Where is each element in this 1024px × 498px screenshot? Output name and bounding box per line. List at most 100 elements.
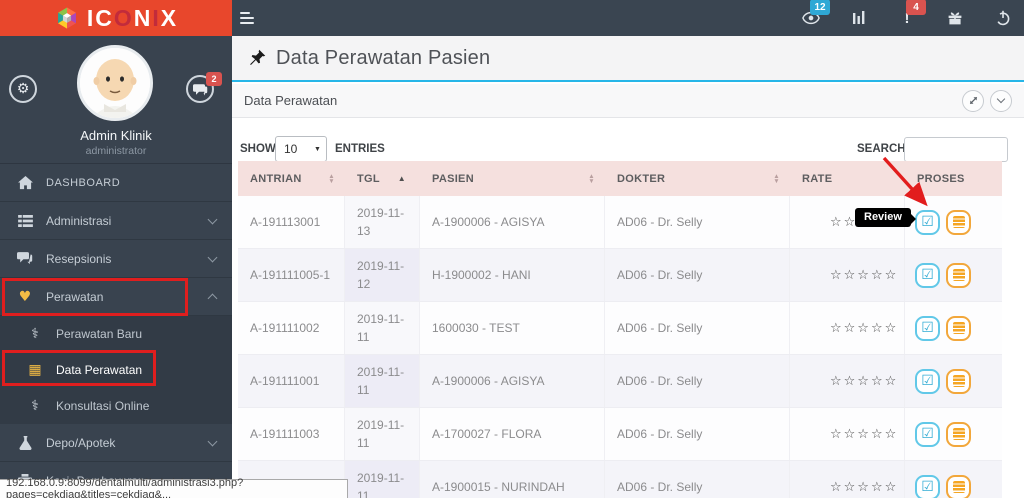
main-content: Data Perawatan Pasien Data Perawatan SHO… xyxy=(232,36,1024,498)
cell-pasien: A-1900006 - AGISYA xyxy=(420,355,605,407)
alerts-badge: 4 xyxy=(906,0,926,15)
detail-button[interactable] xyxy=(946,421,971,447)
review-tooltip: Review xyxy=(855,208,916,227)
search-input[interactable] xyxy=(904,137,1008,162)
detail-button[interactable] xyxy=(946,209,971,235)
app-window: ICONIX 12 ! 4 ⚙ 2 Admin Klinik administr… xyxy=(0,0,1024,498)
column-header-antrian[interactable]: ANTRIAN ▲ ▼ xyxy=(238,161,345,196)
list-icon xyxy=(16,214,34,227)
sidebar-item-dashboard[interactable]: DASHBOARD xyxy=(0,164,232,202)
review-button[interactable]: ☑ xyxy=(915,474,940,498)
detail-button[interactable] xyxy=(946,474,971,498)
messages-eye-icon[interactable]: 12 xyxy=(800,0,830,29)
rating-stars[interactable]: ☆☆☆☆☆ xyxy=(790,249,905,301)
list-alt-icon xyxy=(952,428,965,440)
cell-antrian: A-191111003 xyxy=(238,408,345,460)
cell-dokter: AD06 - Dr. Selly xyxy=(605,461,790,498)
messages-badge: 12 xyxy=(810,0,830,15)
column-header-rate[interactable]: RATE xyxy=(790,161,905,196)
profile-section: ⚙ 2 Admin Klinik administrator xyxy=(0,36,232,164)
sidebar-item-perawatan[interactable]: ♥ Perawatan xyxy=(0,278,232,316)
sidebar-item-administrasi[interactable]: Administrasi xyxy=(0,202,232,240)
rating-stars[interactable]: ☆☆☆☆☆ xyxy=(790,355,905,407)
sidebar-item-data-perawatan[interactable]: ▦ Data Perawatan xyxy=(0,352,232,388)
table-icon: ▦ xyxy=(28,362,42,378)
cell-antrian: A-191111001 xyxy=(238,355,345,407)
expand-panel-button[interactable] xyxy=(962,89,984,112)
rating-stars[interactable]: ☆☆☆☆☆ xyxy=(790,408,905,460)
chevron-up-icon xyxy=(207,293,218,304)
cell-dokter: AD06 - Dr. Selly xyxy=(605,249,790,301)
review-button[interactable]: ☑ xyxy=(915,315,940,341)
cell-actions: ☑ xyxy=(905,461,1002,498)
brand-name: ICONIX xyxy=(86,4,179,31)
cell-actions: ☑ xyxy=(905,302,1002,354)
list-alt-icon xyxy=(952,481,965,493)
review-button[interactable]: ☑ xyxy=(915,262,940,288)
collapse-panel-button[interactable] xyxy=(990,89,1012,112)
status-bar-url: 192.168.0.9:8099/dentalmulti/administras… xyxy=(0,477,348,498)
page-size-select[interactable]: 10 xyxy=(275,136,327,162)
table-row: A-191111005-1 2019-11-12 H-1900002 - HAN… xyxy=(238,249,1002,302)
brand-logo[interactable]: ICONIX xyxy=(0,0,232,36)
column-header-tgl[interactable]: TGL ▲ xyxy=(345,161,420,196)
list-alt-icon xyxy=(952,216,965,228)
page-header: Data Perawatan Pasien xyxy=(232,36,1024,82)
sidebar-item-resepsionis[interactable]: Resepsionis xyxy=(0,240,232,278)
table-row: A-191111004 2019-11-11 A-1900015 - NURIN… xyxy=(238,461,1002,498)
chevron-down-icon xyxy=(996,94,1006,104)
list-alt-icon xyxy=(952,269,965,281)
settings-gear-icon[interactable]: ⚙ xyxy=(9,75,37,103)
sidebar-menu: DASHBOARD Administrasi Resepsionis ♥ Per… xyxy=(0,164,232,498)
cell-pasien: A-1900015 - NURINDAH xyxy=(420,461,605,498)
detail-button[interactable] xyxy=(946,262,971,288)
review-button[interactable]: ☑ xyxy=(915,368,940,394)
cell-actions: ☑ xyxy=(905,249,1002,301)
stats-bars-icon[interactable] xyxy=(848,7,870,29)
cell-antrian: A-191113001 xyxy=(238,196,345,248)
gift-icon[interactable] xyxy=(944,7,966,29)
chevron-down-icon xyxy=(207,436,218,447)
column-header-pasien[interactable]: PASIEN ▲ ▼ xyxy=(420,161,605,196)
table-row: A-191111001 2019-11-11 A-1900006 - AGISY… xyxy=(238,355,1002,408)
cell-pasien: A-1900006 - AGISYA xyxy=(420,196,605,248)
chevron-down-icon xyxy=(207,214,218,225)
column-header-dokter[interactable]: DOKTER ▲ ▼ xyxy=(605,161,790,196)
topbar-icons: 12 ! 4 xyxy=(800,0,1014,36)
cell-pasien: 1600030 - TEST xyxy=(420,302,605,354)
sort-asc-icon: ▲ xyxy=(397,174,406,183)
brand-hexagon-icon xyxy=(57,7,76,29)
review-button[interactable]: ☑ xyxy=(915,421,940,447)
sort-icon: ▲ ▼ xyxy=(328,172,335,185)
power-icon[interactable] xyxy=(992,7,1014,29)
avatar[interactable] xyxy=(77,45,153,121)
comments-icon xyxy=(16,252,34,265)
list-alt-icon xyxy=(952,375,965,387)
cell-tgl: 2019-11-12 xyxy=(345,249,420,301)
cell-tgl: 2019-11-11 xyxy=(345,355,420,407)
cell-dokter: AD06 - Dr. Selly xyxy=(605,302,790,354)
flask-icon xyxy=(16,435,34,450)
sidebar-item-depo-apotek[interactable]: Depo/Apotek xyxy=(0,424,232,462)
sidebar-toggle-icon[interactable] xyxy=(240,12,254,24)
cell-actions: ☑ xyxy=(905,355,1002,407)
rating-stars[interactable]: ☆☆☆☆☆ xyxy=(790,302,905,354)
profile-role: administrator xyxy=(85,145,147,157)
sidebar-item-perawatan-baru[interactable]: ⚕ Perawatan Baru xyxy=(0,316,232,352)
review-button[interactable]: ☑ xyxy=(915,209,940,235)
cell-tgl: 2019-11-11 xyxy=(345,461,420,498)
column-header-proses[interactable]: PROSES xyxy=(905,161,1002,196)
topbar: ICONIX 12 ! 4 xyxy=(0,0,1024,36)
profile-name: Admin Klinik xyxy=(80,128,152,143)
table-row: A-191111002 2019-11-11 1600030 - TEST AD… xyxy=(238,302,1002,355)
cell-dokter: AD06 - Dr. Selly xyxy=(605,355,790,407)
stethoscope-icon: ⚕ xyxy=(31,398,39,414)
rating-stars[interactable]: ☆☆☆☆☆ xyxy=(790,461,905,498)
entries-label: ENTRIES xyxy=(335,143,385,155)
sidebar-item-konsultasi-online[interactable]: ⚕ Konsultasi Online xyxy=(0,388,232,424)
alerts-icon[interactable]: ! 4 xyxy=(896,0,926,29)
detail-button[interactable] xyxy=(946,368,971,394)
sidebar: ⚙ 2 Admin Klinik administrator DASHBOARD… xyxy=(0,36,232,498)
show-label: SHOW xyxy=(240,143,276,155)
detail-button[interactable] xyxy=(946,315,971,341)
